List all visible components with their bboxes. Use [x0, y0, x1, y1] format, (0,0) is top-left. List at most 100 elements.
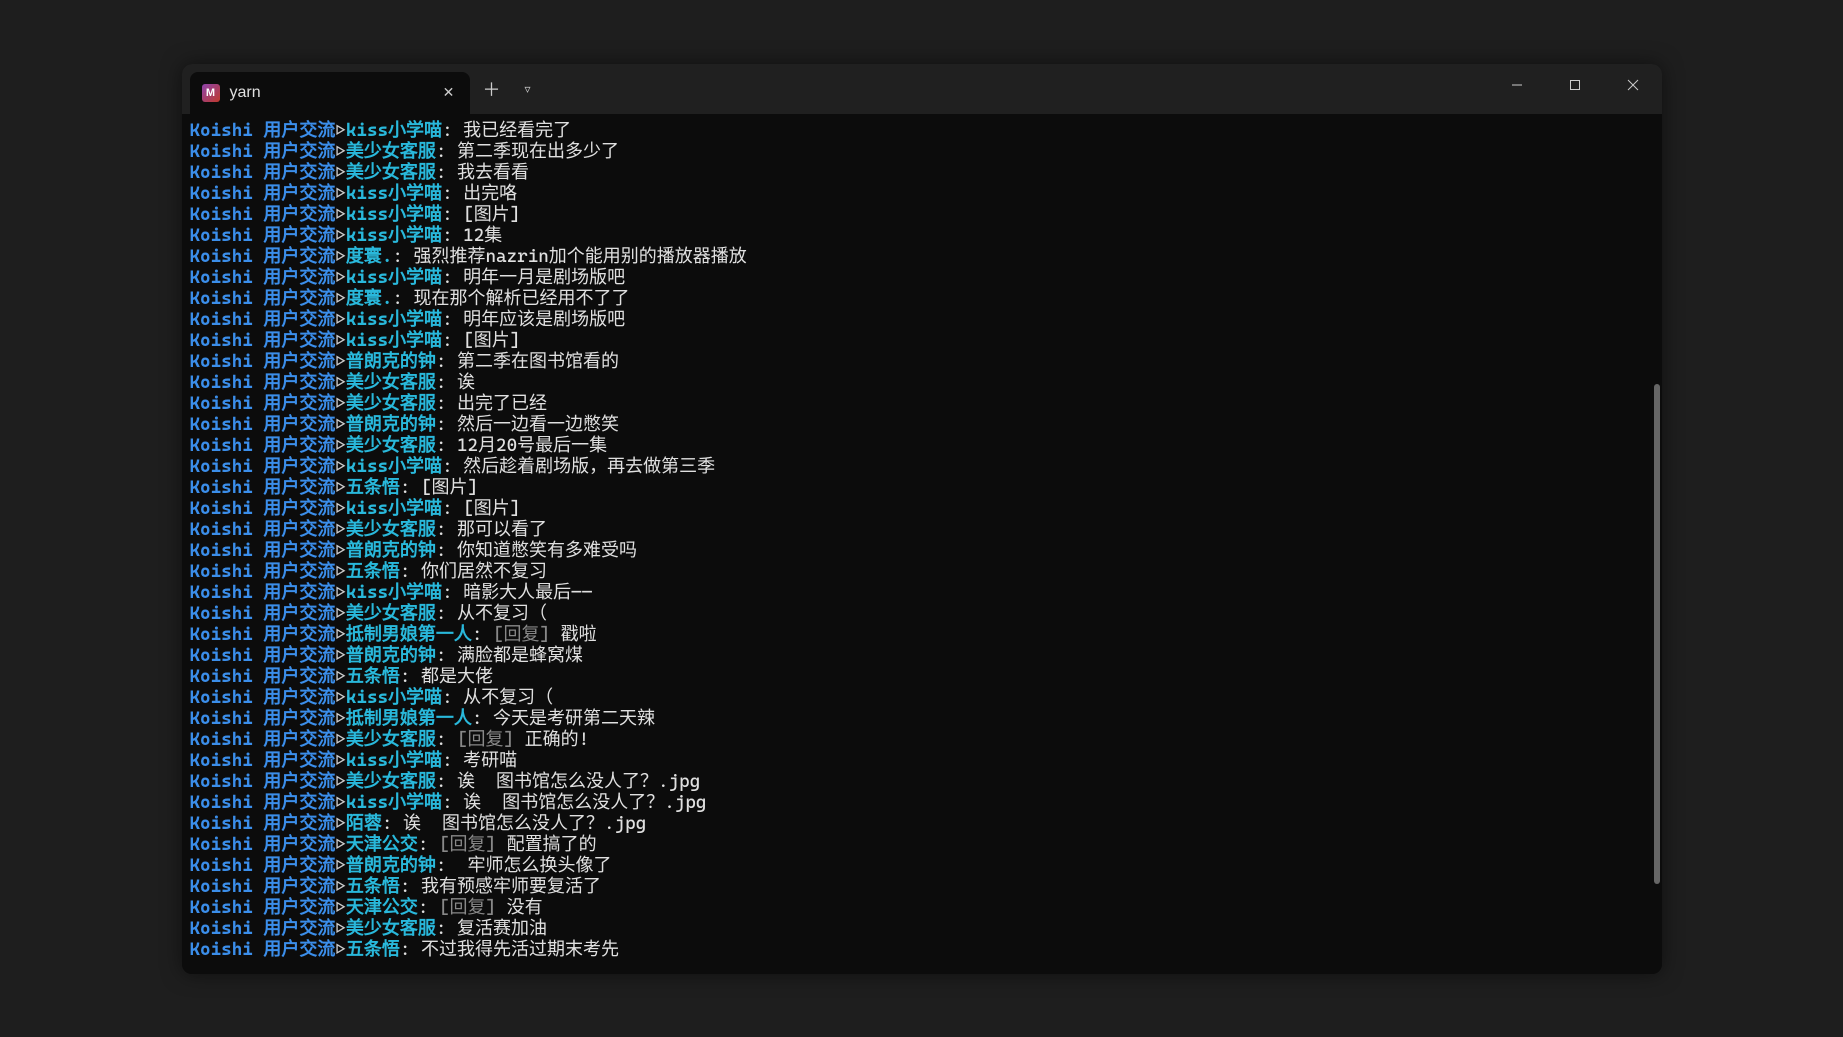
channel-name: Koishi 用户交流 [190, 771, 336, 792]
separator: : [442, 750, 463, 771]
message-text: 我已经看完了 [463, 120, 571, 141]
channel-name: Koishi 用户交流 [190, 897, 336, 918]
close-icon [1627, 79, 1639, 91]
reply-tag: [回复] [457, 729, 525, 750]
message-text: 都是大佬 [421, 666, 493, 687]
separator: : [442, 225, 463, 246]
arrow-icon: ▷ [335, 834, 346, 855]
log-line: Koishi 用户交流▷五条悟: 我有预感牢师要复活了 [190, 876, 1654, 897]
channel-name: Koishi 用户交流 [190, 687, 336, 708]
close-tab-icon[interactable]: ✕ [440, 84, 458, 102]
separator: : [400, 666, 421, 687]
channel-name: Koishi 用户交流 [190, 162, 336, 183]
minimize-button[interactable] [1488, 64, 1546, 114]
arrow-icon: ▷ [335, 582, 346, 603]
scrollbar-thumb[interactable] [1654, 384, 1660, 884]
tab-buttons: ＋ ▿ [470, 64, 550, 114]
log-line: Koishi 用户交流▷抵制男娘第一人: 今天是考研第二天辣 [190, 708, 1654, 729]
user-name: 天津公交 [346, 897, 418, 918]
separator: : [400, 876, 421, 897]
message-text: 从不复习（ [457, 603, 547, 624]
arrow-icon: ▷ [335, 309, 346, 330]
tab-app-icon: M [202, 84, 220, 102]
message-text: 没有 [507, 897, 543, 918]
channel-name: Koishi 用户交流 [190, 288, 336, 309]
message-text: 诶 图书馆怎么没人了？.jpg [463, 792, 706, 813]
separator: : [442, 792, 463, 813]
log-line: Koishi 用户交流▷度寰.: 强烈推荐nazrin加个能用别的播放器播放 [190, 246, 1654, 267]
channel-name: Koishi 用户交流 [190, 309, 336, 330]
message-text: 牢师怎么换头像了 [457, 855, 612, 876]
maximize-button[interactable] [1546, 64, 1604, 114]
channel-name: Koishi 用户交流 [190, 834, 336, 855]
user-name: 度寰. [346, 288, 393, 309]
message-text: 不过我得先活过期末考先 [421, 939, 619, 960]
message-text: 今天是考研第二天辣 [493, 708, 655, 729]
user-name: 抵制男娘第一人 [346, 708, 472, 729]
log-line: Koishi 用户交流▷普朗克的钟: 然后一边看一边憋笑 [190, 414, 1654, 435]
log-line: Koishi 用户交流▷美少女客服: 12月20号最后一集 [190, 435, 1654, 456]
user-name: kiss小学喵 [346, 267, 442, 288]
log-line: Koishi 用户交流▷美少女客服: 那可以看了 [190, 519, 1654, 540]
user-name: 普朗克的钟 [346, 855, 436, 876]
separator: : [436, 540, 457, 561]
message-text: [图片] [463, 498, 520, 519]
channel-name: Koishi 用户交流 [190, 393, 336, 414]
user-name: kiss小学喵 [346, 498, 442, 519]
separator: : [436, 729, 457, 750]
log-line: Koishi 用户交流▷陌蓉: 诶 图书馆怎么没人了？.jpg [190, 813, 1654, 834]
message-text: 暗影大人最后—— [463, 582, 592, 603]
user-name: 美少女客服 [346, 162, 436, 183]
message-text: 明年应该是剧场版吧 [463, 309, 625, 330]
separator: : [436, 372, 457, 393]
tab-dropdown-button[interactable]: ▿ [510, 71, 546, 107]
log-line: Koishi 用户交流▷kiss小学喵: [图片] [190, 330, 1654, 351]
close-window-button[interactable] [1604, 64, 1662, 114]
channel-name: Koishi 用户交流 [190, 456, 336, 477]
channel-name: Koishi 用户交流 [190, 267, 336, 288]
log-line: Koishi 用户交流▷kiss小学喵: 12集 [190, 225, 1654, 246]
arrow-icon: ▷ [335, 498, 346, 519]
arrow-icon: ▷ [335, 246, 346, 267]
arrow-icon: ▷ [335, 750, 346, 771]
message-text: 12月20号最后一集 [457, 435, 607, 456]
channel-name: Koishi 用户交流 [190, 666, 336, 687]
user-name: 美少女客服 [346, 435, 436, 456]
user-name: kiss小学喵 [346, 120, 442, 141]
separator: : [392, 246, 413, 267]
channel-name: Koishi 用户交流 [190, 939, 336, 960]
arrow-icon: ▷ [335, 645, 346, 666]
log-line: Koishi 用户交流▷美少女客服: 诶 图书馆怎么没人了？.jpg [190, 771, 1654, 792]
arrow-icon: ▷ [335, 204, 346, 225]
titlebar[interactable]: M yarn ✕ ＋ ▿ [182, 64, 1662, 114]
channel-name: Koishi 用户交流 [190, 330, 336, 351]
arrow-icon: ▷ [335, 603, 346, 624]
user-name: kiss小学喵 [346, 792, 442, 813]
arrow-icon: ▷ [335, 792, 346, 813]
channel-name: Koishi 用户交流 [190, 141, 336, 162]
message-text: 12集 [463, 225, 502, 246]
channel-name: Koishi 用户交流 [190, 603, 336, 624]
user-name: kiss小学喵 [346, 456, 442, 477]
message-text: 戳啦 [561, 624, 597, 645]
channel-name: Koishi 用户交流 [190, 918, 336, 939]
tab-yarn[interactable]: M yarn ✕ [190, 72, 470, 114]
separator: : [436, 918, 457, 939]
new-tab-button[interactable]: ＋ [474, 71, 510, 107]
arrow-icon: ▷ [335, 183, 346, 204]
message-text: 你们居然不复习 [421, 561, 547, 582]
separator: : [436, 351, 457, 372]
log-line: Koishi 用户交流▷美少女客服: [回复] 正确的! [190, 729, 1654, 750]
reply-tag: [回复] [439, 897, 507, 918]
reply-tag: [回复] [439, 834, 507, 855]
message-text: 然后趁着剧场版，再去做第三季 [463, 456, 715, 477]
terminal-output[interactable]: Koishi 用户交流▷kiss小学喵: 我已经看完了Koishi 用户交流▷美… [182, 114, 1662, 974]
channel-name: Koishi 用户交流 [190, 792, 336, 813]
channel-name: Koishi 用户交流 [190, 372, 336, 393]
separator: : [436, 855, 457, 876]
channel-name: Koishi 用户交流 [190, 750, 336, 771]
user-name: 普朗克的钟 [346, 645, 436, 666]
separator: : [442, 582, 463, 603]
separator: : [418, 897, 439, 918]
arrow-icon: ▷ [335, 330, 346, 351]
